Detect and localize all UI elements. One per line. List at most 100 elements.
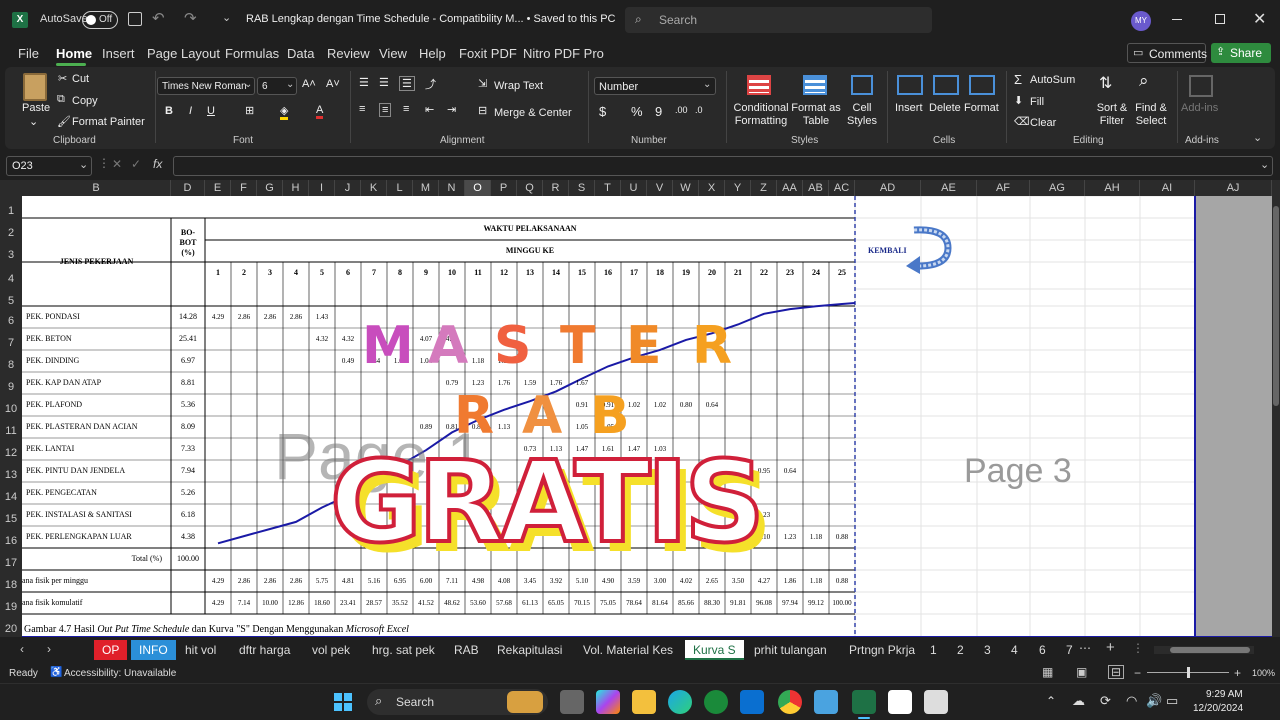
sheet-tab-vol-pek[interactable]: vol pek [304, 640, 358, 660]
formula-input[interactable]: ⌄ [173, 156, 1273, 176]
align-left-icon[interactable]: ≡ [359, 103, 365, 115]
column-header-Q[interactable]: Q [517, 180, 543, 196]
page-layout-view-icon[interactable]: ▣ [1076, 665, 1087, 679]
normal-view-icon[interactable]: ▦ [1042, 665, 1053, 679]
column-header-O[interactable]: O [465, 180, 491, 196]
sheet-tab-7[interactable]: 7 [1062, 640, 1077, 660]
kembali-label[interactable]: KEMBALI [868, 246, 907, 255]
save-icon[interactable] [128, 12, 142, 26]
tab-foxit-pdf[interactable]: Foxit PDF [459, 46, 517, 61]
tab-data[interactable]: Data [287, 46, 314, 61]
format-as-table-button[interactable]: Format as Table [790, 102, 842, 128]
column-header-AB[interactable]: AB [803, 180, 829, 196]
sheet-tab-kurva-s[interactable]: Kurva S [685, 640, 744, 660]
number-format-select[interactable]: Number ⌄ [594, 77, 716, 95]
conditional-formatting-button[interactable]: Conditional Formatting [731, 102, 791, 128]
page-break-view-icon[interactable]: ⊟ [1108, 665, 1125, 679]
document-title[interactable]: RAB Lengkap dengan Time Schedule - Compa… [246, 13, 615, 25]
decrease-font-icon[interactable]: A˅ [326, 78, 340, 90]
comments-button[interactable]: ▭ Comments [1127, 43, 1207, 63]
chevron-down-icon[interactable]: ⌄ [1260, 158, 1269, 171]
task-view-icon[interactable] [560, 690, 584, 714]
find-select-button[interactable]: Find & Select [1131, 102, 1171, 128]
windows-start-icon[interactable] [334, 693, 352, 711]
sheet-tab-1[interactable]: 1 [926, 640, 941, 660]
column-header-H[interactable]: H [283, 180, 309, 196]
column-header-W[interactable]: W [673, 180, 699, 196]
row-header-14[interactable]: 14 [0, 482, 22, 504]
orientation-icon[interactable]: ⤴ [425, 76, 436, 92]
column-header-AA[interactable]: AA [777, 180, 803, 196]
decrease-decimal-icon[interactable]: .0 [695, 105, 703, 115]
onedrive-icon[interactable]: ☁ [1072, 693, 1085, 709]
autosum-button[interactable]: AutoSum [1030, 74, 1075, 86]
row-header-10[interactable]: 10 [0, 394, 22, 416]
undo-icon[interactable]: ↶ [152, 9, 165, 27]
vertical-scrollbar[interactable] [1272, 196, 1280, 637]
font-color-icon[interactable]: A [316, 104, 324, 119]
zoom-out-icon[interactable]: − [1134, 666, 1141, 680]
column-header-AE[interactable]: AE [921, 180, 977, 196]
accessibility-status[interactable]: Accessibility: Unavailable [64, 668, 176, 679]
align-right-icon[interactable]: ≡ [403, 103, 409, 115]
clear-button[interactable]: Clear [1030, 117, 1056, 129]
row-header-12[interactable]: 12 [0, 438, 22, 460]
qat-more-icon[interactable]: ⌄ [222, 11, 231, 24]
tab-home[interactable]: Home [56, 46, 92, 61]
file-explorer-icon[interactable] [632, 690, 656, 714]
underline-icon[interactable]: U [207, 105, 215, 117]
user-avatar[interactable]: MY [1131, 11, 1151, 31]
column-header-I[interactable]: I [309, 180, 335, 196]
column-header-T[interactable]: T [595, 180, 621, 196]
redo-icon[interactable]: ↷ [184, 9, 197, 27]
column-header-X[interactable]: X [699, 180, 725, 196]
row-header-13[interactable]: 13 [0, 460, 22, 482]
column-header-AF[interactable]: AF [977, 180, 1030, 196]
decrease-indent-icon[interactable]: ⇤ [425, 103, 434, 116]
row-header-9[interactable]: 9 [0, 372, 22, 394]
wifi-icon[interactable]: ◠ [1126, 693, 1137, 709]
add-ins-button[interactable]: Add-ins [1181, 102, 1218, 114]
sheet-tab-prtngn-pkrja[interactable]: Prtngn Pkrja [841, 640, 923, 660]
ms-store-icon[interactable] [740, 690, 764, 714]
font-size-select[interactable]: 6 ⌄ [257, 77, 297, 95]
excel-taskbar-icon[interactable] [852, 690, 876, 714]
row-header-15[interactable]: 15 [0, 504, 22, 526]
row-header-18[interactable]: 18 [0, 570, 22, 592]
column-header-D[interactable]: D [171, 180, 205, 196]
column-header-N[interactable]: N [439, 180, 465, 196]
delete-cells-button[interactable]: Delete [929, 102, 961, 114]
border-icon[interactable]: ⊞ [245, 104, 254, 117]
notepad-icon[interactable] [814, 690, 838, 714]
column-header-Z[interactable]: Z [751, 180, 777, 196]
copy-button[interactable]: Copy [72, 95, 98, 107]
column-header-B[interactable]: B [22, 180, 171, 196]
column-header-Y[interactable]: Y [725, 180, 751, 196]
font-name-select[interactable]: Times New Roman ⌄ [157, 77, 255, 95]
increase-decimal-icon[interactable]: .00 [675, 105, 688, 115]
row-header-4[interactable]: 4 [0, 262, 22, 289]
zoom-level[interactable]: 100% [1252, 668, 1275, 678]
row-header-7[interactable]: 7 [0, 328, 22, 350]
enter-icon[interactable]: ✓ [131, 157, 141, 171]
row-header-11[interactable]: 11 [0, 416, 22, 438]
sync-icon[interactable]: ⟳ [1100, 693, 1111, 709]
sort-filter-button[interactable]: Sort & Filter [1095, 102, 1129, 128]
tab-help[interactable]: Help [419, 46, 446, 61]
capcut-2-icon[interactable] [924, 690, 948, 714]
tray-overflow-icon[interactable]: ⌃ [1046, 694, 1056, 708]
column-header-K[interactable]: K [361, 180, 387, 196]
align-middle-icon[interactable]: ☰ [379, 76, 389, 89]
tab-formulas[interactable]: Formulas [225, 46, 279, 61]
italic-icon[interactable]: I [189, 105, 192, 117]
row-header-16[interactable]: 16 [0, 526, 22, 548]
zoom-slider[interactable] [1147, 667, 1229, 678]
column-header-AH[interactable]: AH [1085, 180, 1140, 196]
align-center-icon[interactable]: ≡ [379, 103, 392, 117]
insert-function-button[interactable]: fx [153, 157, 162, 171]
tab-view[interactable]: View [379, 46, 407, 61]
row-header-6[interactable]: 6 [0, 306, 22, 328]
tab-file[interactable]: File [18, 46, 39, 61]
horizontal-scrollbar[interactable] [1154, 646, 1254, 654]
wrap-text-button[interactable]: Wrap Text [494, 80, 543, 92]
